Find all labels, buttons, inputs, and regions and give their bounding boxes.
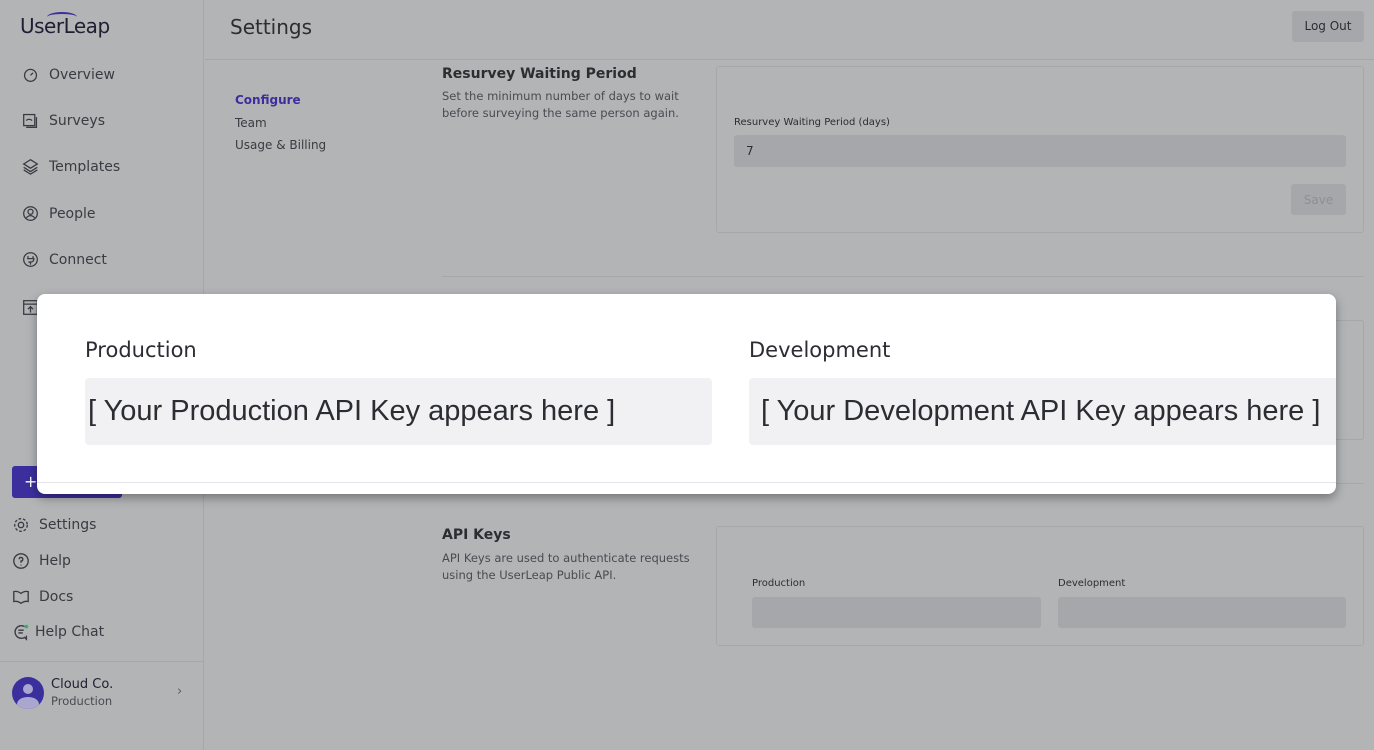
sidebar-item-label: Help Chat [35, 624, 105, 640]
sidebar-item-label: Settings [39, 517, 97, 533]
tab-team[interactable]: Team [235, 116, 267, 130]
api-keys-callout: Production [ Your Production API Key app… [37, 294, 1336, 494]
sidebar-item-label: Templates [49, 158, 121, 175]
tab-usage-billing[interactable]: Usage & Billing [235, 138, 326, 152]
sidebar-item-label: Connect [49, 251, 107, 268]
save-button[interactable]: Save [1291, 184, 1346, 215]
sidebar-item-connect[interactable]: Connect [22, 251, 107, 268]
sidebar-item-label: Docs [39, 589, 74, 605]
chat-icon [14, 624, 29, 641]
sidebar-item-label: People [49, 205, 96, 222]
sidebar-item-people[interactable]: People [22, 205, 96, 222]
logout-button[interactable]: Log Out [1292, 11, 1364, 42]
development-label: Development [749, 338, 891, 362]
question-icon [13, 553, 29, 569]
production-label: Production [752, 578, 806, 589]
sidebar-item-surveys[interactable]: Surveys [22, 112, 105, 129]
resurvey-desc: Set the minimum number of days to wait b… [442, 89, 679, 120]
logo: UserLeap [20, 14, 110, 38]
production-key-field[interactable] [752, 597, 1041, 628]
sidebar-item-label: Overview [49, 66, 115, 83]
layers-icon [22, 158, 39, 175]
sidebar-item-docs[interactable]: Docs [12, 588, 73, 606]
survey-icon [23, 113, 38, 128]
sidebar-item-label: Surveys [49, 112, 105, 129]
sidebar-item-templates[interactable]: Templates [22, 158, 120, 175]
book-icon [13, 590, 29, 605]
sidebar-item-help[interactable]: Help [12, 552, 71, 570]
tab-configure[interactable]: Configure [235, 93, 301, 107]
resurvey-card: Resurvey Waiting Period (days) 7 Save [716, 66, 1364, 233]
development-key-field[interactable] [1058, 597, 1346, 628]
resurvey-label: Resurvey Waiting Period (days) [734, 117, 890, 128]
divider [442, 276, 1364, 277]
divider [37, 482, 1336, 483]
api-keys-title: API Keys [442, 527, 511, 543]
api-keys-desc: API Keys are used to authenticate reques… [442, 551, 690, 582]
production-key-field[interactable]: [ Your Production API Key appears here ] [85, 378, 712, 445]
sidebar-item-label: Help [39, 553, 71, 569]
gauge-icon [23, 68, 38, 82]
account-name[interactable]: Cloud Co. [51, 677, 113, 692]
development-label: Development [1058, 578, 1126, 589]
plug-icon [23, 252, 38, 267]
development-key-field[interactable]: [ Your Development API Key appears here … [749, 378, 1336, 445]
header: Settings Log Out [205, 0, 1374, 60]
chevron-right-icon[interactable]: › [177, 684, 182, 699]
avatar[interactable] [12, 677, 44, 709]
sidebar-item-overview[interactable]: Overview [22, 66, 115, 83]
account-env: Production [51, 694, 113, 708]
production-label: Production [85, 338, 197, 362]
page-title: Settings [230, 15, 313, 39]
divider [0, 661, 204, 662]
api-keys-card: Production Development [716, 526, 1364, 646]
person-icon [23, 206, 38, 221]
sidebar-item-help-chat[interactable]: Help Chat [12, 623, 104, 641]
sidebar-item-settings[interactable]: Settings [12, 516, 96, 534]
resurvey-title: Resurvey Waiting Period [442, 66, 637, 82]
resurvey-input[interactable]: 7 [734, 135, 1346, 167]
gear-icon [14, 518, 28, 532]
